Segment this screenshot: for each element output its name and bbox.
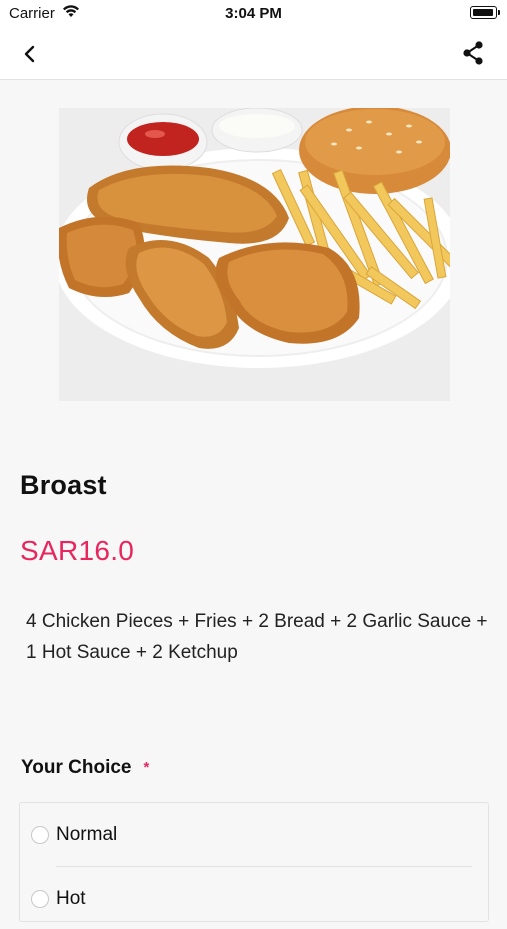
option-label: Hot <box>56 888 86 909</box>
radio-button[interactable] <box>31 890 49 908</box>
choice-header-label: Your Choice <box>21 757 132 778</box>
choice-header: Your Choice * <box>21 757 149 779</box>
chevron-left-icon <box>24 45 35 63</box>
status-bar: Carrier 3:04 PM <box>0 0 507 28</box>
product-title: Broast <box>20 470 107 500</box>
share-icon <box>463 41 483 65</box>
nav-bar <box>0 28 507 80</box>
option-normal[interactable]: Normal <box>20 803 490 867</box>
product-price: SAR16.0 <box>20 535 135 566</box>
option-hot[interactable]: Hot <box>20 867 490 929</box>
battery-icon <box>470 6 500 19</box>
option-label: Normal <box>56 824 118 845</box>
radio-button[interactable] <box>31 826 49 844</box>
product-description: 4 Chicken Pieces + Fries + 2 Bread + 2 G… <box>26 611 488 663</box>
product-image <box>59 108 450 401</box>
required-marker: * <box>143 759 150 776</box>
back-button[interactable] <box>16 40 44 68</box>
share-button[interactable] <box>459 39 487 67</box>
clock: 3:04 PM <box>225 5 282 22</box>
food-photo <box>59 108 450 401</box>
choice-options: Normal Hot <box>19 802 489 922</box>
